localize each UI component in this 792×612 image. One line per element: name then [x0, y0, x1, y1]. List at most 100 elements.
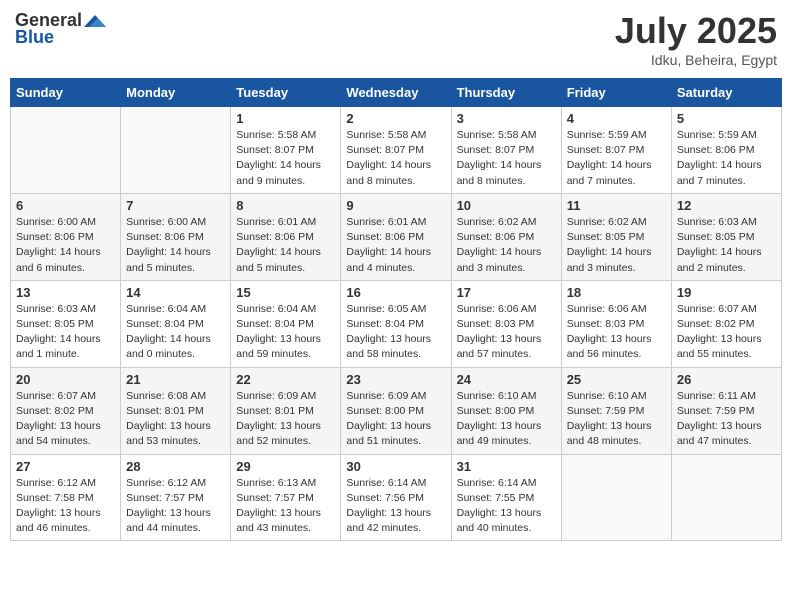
day-info: Sunrise: 6:07 AMSunset: 8:02 PMDaylight:… — [677, 302, 776, 363]
weekday-header-wednesday: Wednesday — [341, 79, 451, 107]
day-info: Sunrise: 6:10 AMSunset: 7:59 PMDaylight:… — [567, 389, 666, 450]
calendar-week-row: 27 Sunrise: 6:12 AMSunset: 7:58 PMDayligh… — [11, 454, 782, 541]
day-info: Sunrise: 6:00 AMSunset: 8:06 PMDaylight:… — [126, 215, 225, 276]
day-info: Sunrise: 6:14 AMSunset: 7:55 PMDaylight:… — [457, 476, 556, 537]
day-info: Sunrise: 5:58 AMSunset: 8:07 PMDaylight:… — [346, 128, 445, 189]
calendar-cell: 5 Sunrise: 5:59 AMSunset: 8:06 PMDaylight… — [671, 107, 781, 194]
logo-icon — [84, 13, 106, 29]
day-info: Sunrise: 6:01 AMSunset: 8:06 PMDaylight:… — [236, 215, 335, 276]
day-info: Sunrise: 6:02 AMSunset: 8:06 PMDaylight:… — [457, 215, 556, 276]
day-info: Sunrise: 6:03 AMSunset: 8:05 PMDaylight:… — [16, 302, 115, 363]
calendar-cell: 27 Sunrise: 6:12 AMSunset: 7:58 PMDayligh… — [11, 454, 121, 541]
day-info: Sunrise: 6:08 AMSunset: 8:01 PMDaylight:… — [126, 389, 225, 450]
calendar-cell: 2 Sunrise: 5:58 AMSunset: 8:07 PMDaylight… — [341, 107, 451, 194]
calendar-cell: 11 Sunrise: 6:02 AMSunset: 8:05 PMDayligh… — [561, 193, 671, 280]
day-number: 24 — [457, 372, 556, 387]
day-info: Sunrise: 6:10 AMSunset: 8:00 PMDaylight:… — [457, 389, 556, 450]
calendar-cell: 23 Sunrise: 6:09 AMSunset: 8:00 PMDayligh… — [341, 367, 451, 454]
logo: General Blue — [15, 10, 108, 48]
calendar-cell: 1Sunrise: 5:58 AMSunset: 8:07 PMDaylight… — [231, 107, 341, 194]
day-number: 31 — [457, 459, 556, 474]
weekday-header-saturday: Saturday — [671, 79, 781, 107]
calendar-cell: 20 Sunrise: 6:07 AMSunset: 8:02 PMDayligh… — [11, 367, 121, 454]
weekday-header-row: SundayMondayTuesdayWednesdayThursdayFrid… — [11, 79, 782, 107]
day-number: 13 — [16, 285, 115, 300]
day-number: 6 — [16, 198, 115, 213]
calendar-cell — [671, 454, 781, 541]
calendar-cell — [11, 107, 121, 194]
calendar-cell: 13 Sunrise: 6:03 AMSunset: 8:05 PMDayligh… — [11, 280, 121, 367]
day-number: 23 — [346, 372, 445, 387]
calendar-cell: 22 Sunrise: 6:09 AMSunset: 8:01 PMDayligh… — [231, 367, 341, 454]
day-number: 14 — [126, 285, 225, 300]
day-number: 22 — [236, 372, 335, 387]
calendar-cell: 29Sunrise: 6:13 AMSunset: 7:57 PMDayligh… — [231, 454, 341, 541]
day-number: 26 — [677, 372, 776, 387]
day-info: Sunrise: 6:12 AMSunset: 7:57 PMDaylight:… — [126, 476, 225, 537]
day-info: Sunrise: 6:06 AMSunset: 8:03 PMDaylight:… — [457, 302, 556, 363]
calendar-cell: 21Sunrise: 6:08 AMSunset: 8:01 PMDayligh… — [121, 367, 231, 454]
page-header: General Blue July 2025 Idku, Beheira, Eg… — [10, 10, 782, 68]
calendar-cell: 9Sunrise: 6:01 AMSunset: 8:06 PMDaylight… — [341, 193, 451, 280]
day-number: 10 — [457, 198, 556, 213]
day-number: 20 — [16, 372, 115, 387]
calendar-cell: 31 Sunrise: 6:14 AMSunset: 7:55 PMDayligh… — [451, 454, 561, 541]
day-info: Sunrise: 6:09 AMSunset: 8:00 PMDaylight:… — [346, 389, 445, 450]
day-info: Sunrise: 6:14 AMSunset: 7:56 PMDaylight:… — [346, 476, 445, 537]
location: Idku, Beheira, Egypt — [615, 52, 777, 68]
day-number: 25 — [567, 372, 666, 387]
day-number: 11 — [567, 198, 666, 213]
day-number: 18 — [567, 285, 666, 300]
calendar-cell: 18Sunrise: 6:06 AMSunset: 8:03 PMDayligh… — [561, 280, 671, 367]
day-info: Sunrise: 6:09 AMSunset: 8:01 PMDaylight:… — [236, 389, 335, 450]
day-info: Sunrise: 5:58 AMSunset: 8:07 PMDaylight:… — [236, 128, 335, 189]
calendar-cell: 7 Sunrise: 6:00 AMSunset: 8:06 PMDaylight… — [121, 193, 231, 280]
day-info: Sunrise: 6:02 AMSunset: 8:05 PMDaylight:… — [567, 215, 666, 276]
calendar-cell — [121, 107, 231, 194]
calendar-cell — [561, 454, 671, 541]
calendar-cell: 16 Sunrise: 6:05 AMSunset: 8:04 PMDayligh… — [341, 280, 451, 367]
calendar-cell: 14 Sunrise: 6:04 AMSunset: 8:04 PMDayligh… — [121, 280, 231, 367]
weekday-header-thursday: Thursday — [451, 79, 561, 107]
day-info: Sunrise: 6:00 AMSunset: 8:06 PMDaylight:… — [16, 215, 115, 276]
day-number: 28 — [126, 459, 225, 474]
day-info: Sunrise: 6:12 AMSunset: 7:58 PMDaylight:… — [16, 476, 115, 537]
day-info: Sunrise: 5:59 AMSunset: 8:06 PMDaylight:… — [677, 128, 776, 189]
month-title: July 2025 — [615, 10, 777, 52]
weekday-header-monday: Monday — [121, 79, 231, 107]
calendar-week-row: 20 Sunrise: 6:07 AMSunset: 8:02 PMDayligh… — [11, 367, 782, 454]
calendar-cell: 30Sunrise: 6:14 AMSunset: 7:56 PMDayligh… — [341, 454, 451, 541]
day-number: 15 — [236, 285, 335, 300]
calendar-cell: 10 Sunrise: 6:02 AMSunset: 8:06 PMDayligh… — [451, 193, 561, 280]
calendar-cell: 17 Sunrise: 6:06 AMSunset: 8:03 PMDayligh… — [451, 280, 561, 367]
calendar-week-row: 6 Sunrise: 6:00 AMSunset: 8:06 PMDaylight… — [11, 193, 782, 280]
day-info: Sunrise: 6:04 AMSunset: 8:04 PMDaylight:… — [236, 302, 335, 363]
calendar-week-row: 1Sunrise: 5:58 AMSunset: 8:07 PMDaylight… — [11, 107, 782, 194]
day-info: Sunrise: 6:07 AMSunset: 8:02 PMDaylight:… — [16, 389, 115, 450]
calendar-cell: 4Sunrise: 5:59 AMSunset: 8:07 PMDaylight… — [561, 107, 671, 194]
calendar-cell: 19 Sunrise: 6:07 AMSunset: 8:02 PMDayligh… — [671, 280, 781, 367]
day-number: 17 — [457, 285, 556, 300]
calendar-cell: 12Sunrise: 6:03 AMSunset: 8:05 PMDayligh… — [671, 193, 781, 280]
day-number: 4 — [567, 111, 666, 126]
weekday-header-sunday: Sunday — [11, 79, 121, 107]
title-section: July 2025 Idku, Beheira, Egypt — [615, 10, 777, 68]
day-info: Sunrise: 6:05 AMSunset: 8:04 PMDaylight:… — [346, 302, 445, 363]
day-number: 2 — [346, 111, 445, 126]
day-number: 3 — [457, 111, 556, 126]
calendar-cell: 6 Sunrise: 6:00 AMSunset: 8:06 PMDaylight… — [11, 193, 121, 280]
day-number: 5 — [677, 111, 776, 126]
weekday-header-friday: Friday — [561, 79, 671, 107]
calendar-cell: 15 Sunrise: 6:04 AMSunset: 8:04 PMDayligh… — [231, 280, 341, 367]
day-number: 7 — [126, 198, 225, 213]
day-number: 16 — [346, 285, 445, 300]
day-info: Sunrise: 6:04 AMSunset: 8:04 PMDaylight:… — [126, 302, 225, 363]
calendar-cell: 3Sunrise: 5:58 AMSunset: 8:07 PMDaylight… — [451, 107, 561, 194]
logo-blue: Blue — [15, 27, 54, 48]
day-number: 27 — [16, 459, 115, 474]
day-number: 19 — [677, 285, 776, 300]
day-info: Sunrise: 6:03 AMSunset: 8:05 PMDaylight:… — [677, 215, 776, 276]
day-info: Sunrise: 6:01 AMSunset: 8:06 PMDaylight:… — [346, 215, 445, 276]
calendar-cell: 8Sunrise: 6:01 AMSunset: 8:06 PMDaylight… — [231, 193, 341, 280]
calendar-cell: 24 Sunrise: 6:10 AMSunset: 8:00 PMDayligh… — [451, 367, 561, 454]
